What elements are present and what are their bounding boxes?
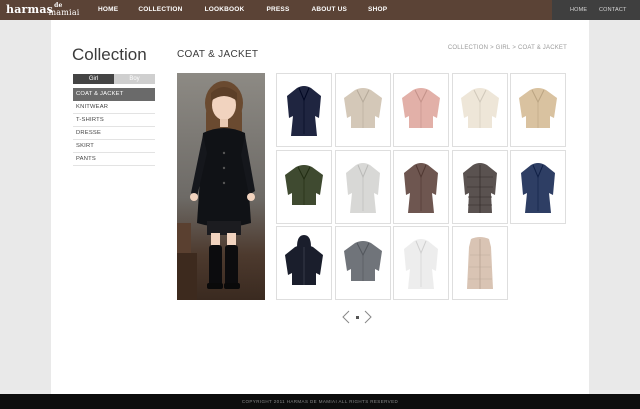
product-thumbnail[interactable] (393, 226, 449, 300)
jacket-icon (402, 88, 440, 128)
util-contact-link[interactable]: CONTACT (599, 0, 627, 20)
footer: COPYRIGHT 2011 HARMAS DE MAMIAI ALL RIGH… (0, 394, 640, 409)
hero-model-photo (177, 73, 265, 300)
category-item-knitwear[interactable]: KNITWEAR (73, 101, 155, 114)
girl-model-illustration (177, 73, 265, 300)
nav-item-collection[interactable]: COLLECTION (138, 0, 182, 20)
brand-logo[interactable]: harmasdemamiai (6, 3, 80, 18)
category-item-skirt[interactable]: SKIRT (73, 140, 155, 153)
product-thumbnail[interactable] (451, 226, 508, 300)
product-thumbnail[interactable] (451, 149, 508, 224)
footer-copyright: COPYRIGHT 2011 HARMAS DE MAMIAI ALL RIGH… (241, 399, 399, 404)
category-list: COAT & JACKET KNITWEAR T-SHIRTS DRESSE S… (73, 88, 155, 166)
hooded-jacket-icon (285, 235, 323, 285)
jacket-icon (285, 164, 323, 205)
product-grid (276, 73, 568, 301)
toggle-boy[interactable]: Boy (114, 74, 155, 84)
category-item-pants[interactable]: PANTS (73, 153, 155, 166)
nav-item-shop[interactable]: SHOP (368, 0, 387, 20)
jacket-icon (460, 88, 499, 128)
puffer-coat-icon (462, 162, 497, 213)
product-thumbnail[interactable] (334, 226, 391, 300)
product-thumbnail[interactable] (276, 149, 332, 224)
vest-icon (466, 237, 493, 289)
page-dot-active[interactable] (356, 316, 359, 319)
util-home-link[interactable]: HOME (570, 0, 587, 20)
coat-icon (345, 162, 380, 213)
coat-icon (287, 86, 321, 136)
product-thumbnail[interactable] (393, 149, 449, 224)
section-title: COAT & JACKET (177, 49, 259, 60)
page-title: Collection (72, 45, 147, 64)
breadcrumb-separator: > (490, 45, 494, 51)
breadcrumb-girl[interactable]: GIRL (496, 44, 511, 52)
nav-item-home[interactable]: HOME (98, 0, 118, 20)
product-thumbnail[interactable] (451, 73, 508, 147)
top-navigation-bar: harmasdemamiai HOME COLLECTION LOOKBOOK … (0, 0, 640, 20)
coat-icon (521, 162, 555, 213)
category-item-dresse[interactable]: DRESSE (73, 127, 155, 140)
breadcrumb-collection[interactable]: COLLECTION (448, 44, 488, 52)
gender-toggle: Girl Boy (73, 74, 155, 84)
coat-icon (404, 239, 438, 289)
jacket-icon (343, 241, 382, 281)
product-thumbnail[interactable] (334, 149, 391, 224)
jacket-icon (343, 88, 382, 128)
chevron-left-icon[interactable] (342, 310, 350, 324)
product-thumbnail[interactable] (510, 149, 566, 224)
jacket-icon (519, 88, 557, 128)
category-item-coat-jacket[interactable]: COAT & JACKET (73, 88, 155, 101)
product-thumbnail[interactable] (276, 226, 332, 300)
breadcrumb-separator: > (512, 45, 517, 51)
logo-main-text: harmas (6, 3, 54, 16)
breadcrumb: COLLECTION > GIRL > COAT & JACKET (448, 44, 567, 52)
nav-item-about-us[interactable]: ABOUT US (312, 0, 348, 20)
product-thumbnail[interactable] (276, 73, 332, 147)
category-item-t-shirts[interactable]: T-SHIRTS (73, 114, 155, 127)
pagination (342, 310, 372, 324)
utility-bar: HOME CONTACT (552, 0, 640, 20)
product-thumbnail[interactable] (334, 73, 391, 147)
product-thumbnail[interactable] (393, 73, 449, 147)
chevron-right-icon[interactable] (364, 310, 372, 324)
toggle-girl[interactable]: Girl (73, 74, 114, 84)
product-thumbnail[interactable] (510, 73, 566, 147)
nav-item-press[interactable]: PRESS (266, 0, 289, 20)
logo-sub-text: mamiai (48, 8, 80, 17)
coat-icon (404, 162, 438, 213)
nav-item-lookbook[interactable]: LOOKBOOK (205, 0, 245, 20)
breadcrumb-current: COAT & JACKET (517, 45, 567, 51)
main-nav: HOME COLLECTION LOOKBOOK PRESS ABOUT US … (98, 0, 387, 20)
